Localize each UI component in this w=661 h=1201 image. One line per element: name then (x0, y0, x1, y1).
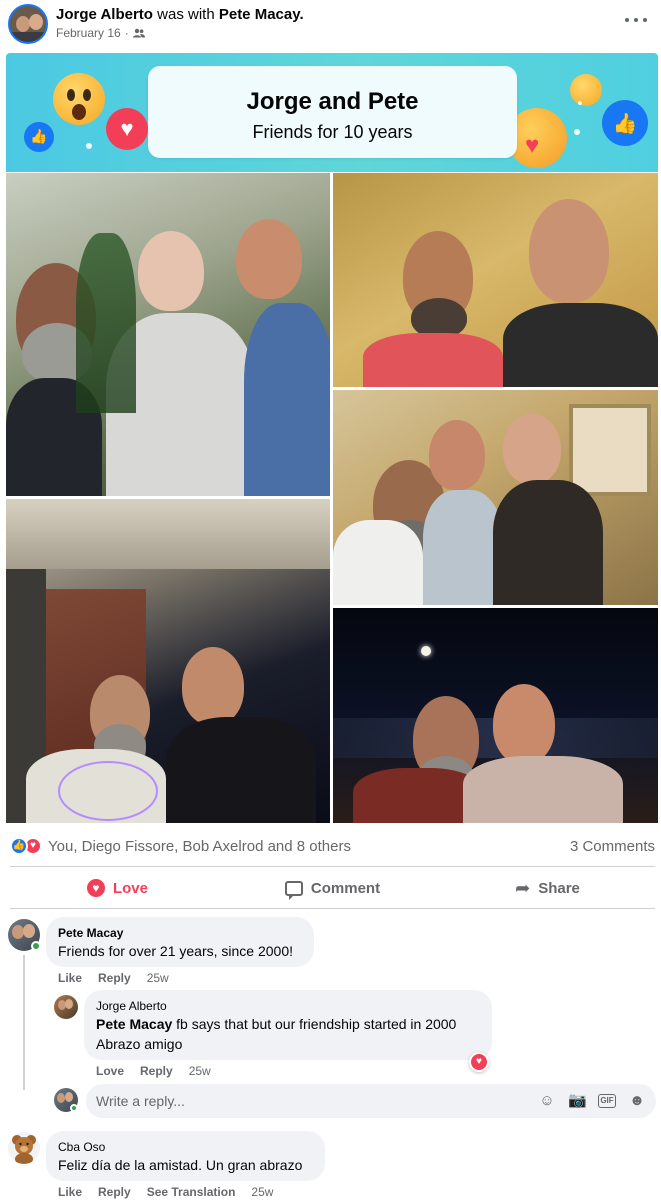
comment-text: Feliz día de la amistad. Un gran abrazo (58, 1157, 303, 1173)
photo-4[interactable] (6, 499, 330, 823)
like-reaction-icon: 👍 (10, 837, 28, 855)
comment-icon (284, 880, 303, 900)
wow-emoji-icon (53, 73, 105, 125)
post-header: Jorge Alberto was with Pete Macay. Febru… (0, 0, 661, 52)
like-link[interactable]: Like (58, 1185, 82, 1199)
reply-text-line2: Abrazo amigo (96, 1036, 183, 1052)
action-bar: Love Comment ➦ Share (10, 868, 655, 908)
reactions-summary[interactable]: 👍 ♥ You, Diego Fissore, Bob Axelrod and … (10, 836, 351, 856)
author-avatar[interactable] (8, 4, 48, 44)
like-emoji-large-icon: 👍 (602, 100, 648, 146)
more-options-icon[interactable] (625, 12, 647, 28)
reply-placeholder: Write a reply... (96, 1093, 185, 1109)
haha-emoji-icon (570, 74, 602, 106)
friendship-banner: ♥ 👍 ♥ 👍 Jorge and Pete Friends for 10 ye… (6, 53, 658, 172)
divider-bottom (10, 908, 655, 909)
thread-line (23, 955, 25, 1090)
online-status-icon (70, 1104, 78, 1112)
reply-input[interactable]: Write a reply... ☺ 📷 GIF ☻ (86, 1084, 656, 1118)
teddy-bear-icon (12, 1135, 36, 1164)
tagged-person[interactable]: Pete Macay. (219, 6, 304, 23)
photo-2[interactable] (333, 173, 658, 387)
love-label: Love (112, 879, 148, 897)
comment-text: Friends for over 21 years, since 2000! (58, 943, 294, 959)
like-link[interactable]: Like (58, 971, 82, 985)
reply-text-line1: Pete Macay fb says that but our friendsh… (96, 1016, 457, 1032)
reply-link[interactable]: Reply (98, 1185, 131, 1199)
reply-tools: ☺ 📷 GIF ☻ (538, 1092, 646, 1110)
friends-icon (132, 28, 145, 38)
love-reaction-badge[interactable] (469, 1052, 489, 1072)
online-status-icon (31, 941, 41, 951)
meta-separator: · (124, 26, 129, 40)
heart-emoji-icon: ♥ (106, 108, 148, 150)
comment-label: Comment (310, 879, 381, 897)
photo-5[interactable] (333, 608, 658, 823)
love-button[interactable]: Love (10, 868, 225, 908)
comment-author[interactable]: Pete Macay (58, 926, 123, 940)
heart-icon (86, 879, 105, 897)
see-translation-link[interactable]: See Translation (147, 1185, 236, 1199)
comments-count[interactable]: 3 Comments (570, 838, 655, 855)
like-emoji-icon: 👍 (24, 122, 54, 152)
moon (421, 646, 431, 656)
reply-meta: Love Reply 25w (96, 1064, 211, 1078)
author-line: Jorge Alberto was with Pete Macay. (56, 6, 304, 23)
reply-link[interactable]: Reply (140, 1064, 173, 1078)
commenter-avatar[interactable] (8, 1132, 40, 1164)
emoji-icon[interactable]: ☺ (538, 1092, 556, 1110)
sticker-icon[interactable]: ☻ (628, 1092, 646, 1110)
comment-bubble: Pete Macay Friends for over 21 years, si… (46, 917, 314, 967)
post-date[interactable]: February 16 (56, 26, 121, 40)
photo-1[interactable] (6, 173, 330, 496)
love-link[interactable]: Love (96, 1064, 124, 1078)
comment-author[interactable]: Cba Oso (58, 1140, 105, 1154)
comment-time[interactable]: 25w (147, 971, 169, 985)
banner-title: Jorge and Pete (246, 88, 419, 115)
share-icon: ➦ (515, 878, 531, 898)
comment-meta: Like Reply 25w (58, 971, 169, 985)
post-meta: February 16 · (56, 26, 145, 40)
comment-meta: Like Reply See Translation 25w (58, 1185, 273, 1199)
with-text: was with (157, 6, 215, 23)
share-label: Share (538, 879, 580, 897)
reply-bubble: Jorge Alberto Pete Macay fb says that bu… (84, 990, 492, 1060)
reactions-text[interactable]: You, Diego Fissore, Bob Axelrod and 8 ot… (48, 838, 351, 855)
comment-time[interactable]: 25w (251, 1185, 273, 1199)
reply-time[interactable]: 25w (189, 1064, 211, 1078)
author-name[interactable]: Jorge Alberto (56, 6, 153, 23)
banner-subtitle: Friends for 10 years (252, 122, 413, 142)
divider-top (10, 866, 655, 867)
share-button[interactable]: ➦ Share (440, 868, 655, 908)
reply-author-avatar[interactable] (54, 995, 78, 1019)
banner-card: Jorge and Pete Friends for 10 years (148, 66, 517, 158)
comment-bubble: Cba Oso Feliz día de la amistad. Un gran… (46, 1131, 325, 1181)
gif-icon[interactable]: GIF (598, 1094, 616, 1108)
reply-author[interactable]: Jorge Alberto (96, 999, 167, 1013)
reply-link[interactable]: Reply (98, 971, 131, 985)
camera-icon[interactable]: 📷 (568, 1092, 587, 1110)
reply-mention[interactable]: Pete Macay (96, 1016, 172, 1032)
comment-button[interactable]: Comment (225, 868, 440, 908)
photo-3[interactable] (333, 390, 658, 605)
